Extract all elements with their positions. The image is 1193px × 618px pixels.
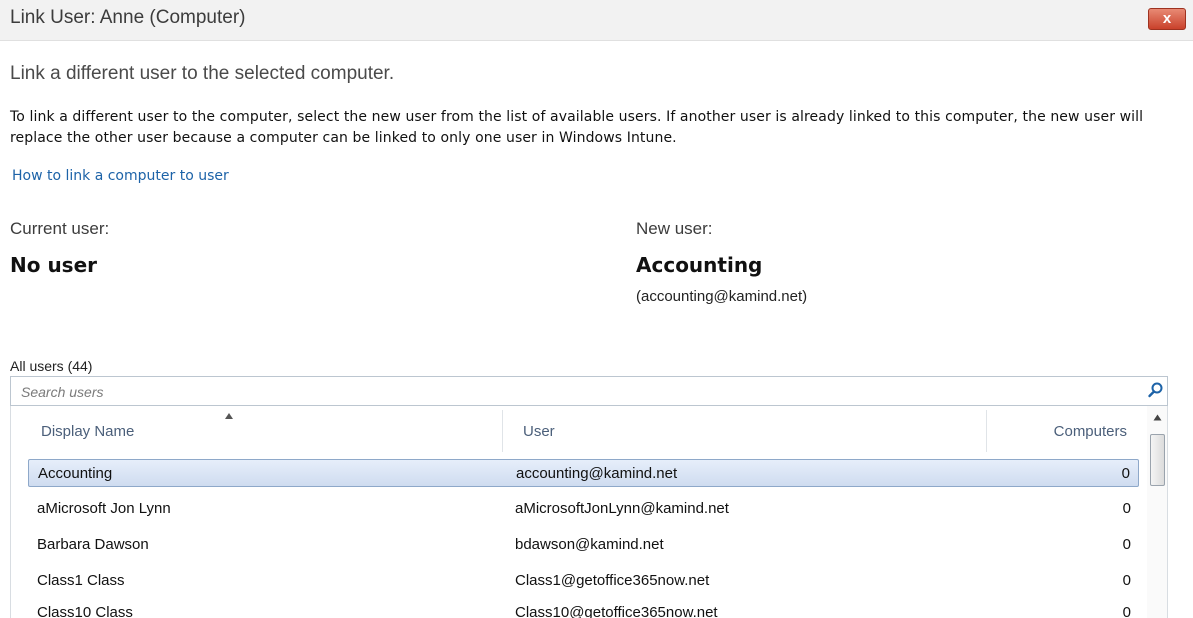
cell-display-name: Barbara Dawson (37, 536, 149, 553)
title-bar: Link User: Anne (Computer) x (0, 0, 1193, 41)
scrollbar-thumb[interactable] (1150, 434, 1165, 486)
sort-ascending-icon (225, 413, 233, 419)
current-user-label: Current user: (10, 219, 110, 238)
column-header-label: Computers (1053, 423, 1127, 440)
users-count-label: All users (44) (10, 358, 93, 374)
search-input[interactable] (19, 381, 1133, 403)
cell-computers: 0 (1122, 572, 1131, 589)
cell-computers: 0 (1121, 465, 1130, 482)
cell-display-name: Class1 Class (37, 572, 125, 589)
cell-computers: 0 (1122, 536, 1131, 553)
current-user-name: No user (10, 253, 98, 277)
grid-header: Display Name User Computers (11, 406, 1147, 456)
column-header-label: User (523, 423, 555, 440)
users-grid: Display Name User Computers Accounting a… (10, 406, 1168, 618)
close-button[interactable]: x (1148, 8, 1186, 30)
column-header-user[interactable]: User (503, 406, 986, 456)
new-user-email: (accounting@kamind.net) (636, 288, 808, 305)
cell-user: aMicrosoftJonLynn@kamind.net (515, 500, 729, 517)
new-user-name: Accounting (636, 253, 763, 277)
cell-display-name: Class10 Class (37, 604, 133, 618)
cell-computers: 0 (1122, 500, 1131, 517)
search-icon[interactable] (1147, 381, 1165, 399)
help-link[interactable]: How to link a computer to user (12, 168, 229, 184)
table-row[interactable]: Accounting accounting@kamind.net 0 (28, 459, 1139, 487)
vertical-scrollbar[interactable] (1147, 406, 1167, 618)
table-row[interactable]: aMicrosoft Jon Lynn aMicrosoftJonLynn@ka… (28, 495, 1139, 523)
cell-display-name: Accounting (38, 465, 113, 482)
table-row[interactable]: Barbara Dawson bdawson@kamind.net 0 (28, 531, 1139, 559)
table-row[interactable]: Class1 Class Class1@getoffice365now.net … (28, 567, 1139, 595)
column-header-computers[interactable]: Computers (987, 406, 1137, 456)
cell-computers: 0 (1122, 604, 1131, 618)
window-title: Link User: Anne (Computer) (10, 7, 246, 28)
cell-user: accounting@kamind.net (516, 465, 678, 482)
table-row[interactable]: Class10 Class Class10@getoffice365now.ne… (28, 599, 1139, 618)
cell-user: bdawson@kamind.net (515, 536, 664, 553)
search-box (10, 376, 1168, 406)
dialog-description: To link a different user to the computer… (10, 109, 1144, 146)
column-header-display-name[interactable]: Display Name (11, 406, 501, 456)
column-header-label: Display Name (41, 423, 135, 440)
cell-display-name: aMicrosoft Jon Lynn (37, 500, 171, 517)
dialog-subtitle: Link a different user to the selected co… (10, 63, 395, 84)
cell-user: Class10@getoffice365now.net (515, 604, 718, 618)
close-icon: x (1162, 10, 1172, 27)
scroll-up-arrow-icon[interactable] (1153, 414, 1162, 421)
cell-user: Class1@getoffice365now.net (515, 572, 710, 589)
new-user-label: New user: (636, 219, 713, 238)
